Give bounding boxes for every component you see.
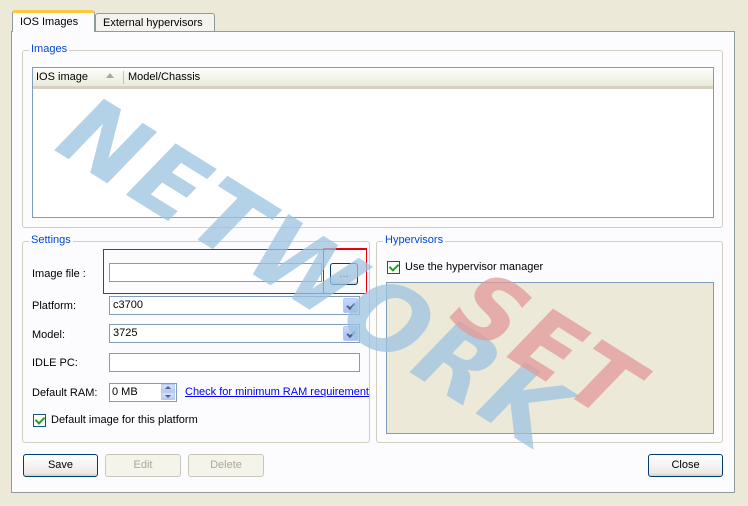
model-label: Model: [32, 329, 66, 341]
default-ram-value: 0 MB [112, 386, 138, 398]
spin-buttons[interactable] [161, 384, 175, 401]
image-file-label: Image file : [32, 268, 86, 280]
hypervisors-group-title: Hypervisors [383, 234, 446, 246]
idle-pc-label: IDLE PC: [32, 357, 78, 369]
chevron-down-icon[interactable] [343, 326, 358, 341]
save-button[interactable]: Save [23, 454, 98, 477]
column-header-model-chassis[interactable]: Model/Chassis [125, 68, 713, 86]
save-button-label: Save [47, 459, 74, 471]
model-select[interactable]: 3725 [109, 324, 360, 343]
column-header-label: IOS image [36, 71, 88, 83]
chevron-down-icon[interactable] [343, 298, 358, 313]
ram-requirement-link[interactable]: Check for minimum RAM requirement [185, 386, 369, 398]
platform-label: Platform: [32, 300, 77, 312]
hypervisors-list[interactable] [386, 282, 714, 434]
delete-button[interactable]: Delete [188, 454, 264, 477]
idle-pc-input[interactable] [109, 353, 360, 372]
edit-button[interactable]: Edit [105, 454, 181, 477]
use-hypervisor-manager-label: Use the hypervisor manager [405, 261, 544, 273]
sort-ascending-icon [106, 73, 114, 78]
default-image-checkbox[interactable] [33, 414, 46, 427]
edit-button-label: Edit [133, 459, 153, 471]
highlight-box-browse [323, 248, 367, 294]
model-value: 3725 [113, 327, 138, 339]
close-button[interactable]: Close [648, 454, 723, 477]
use-hypervisor-manager-checkbox[interactable] [387, 261, 400, 274]
images-list[interactable]: IOS image Model/Chassis [32, 67, 714, 218]
images-list-header: IOS image Model/Chassis [33, 68, 713, 89]
tab-ios-images[interactable]: IOS Images [12, 10, 95, 32]
default-ram-label: Default RAM: [32, 387, 98, 399]
column-separator[interactable] [123, 71, 124, 84]
default-ram-spinbox[interactable]: 0 MB [109, 383, 177, 402]
delete-button-label: Delete [210, 459, 242, 471]
default-image-label: Default image for this platform [51, 414, 198, 426]
spin-up-icon[interactable] [161, 384, 175, 392]
platform-value: c3700 [113, 299, 143, 311]
platform-select[interactable]: c3700 [109, 296, 360, 315]
images-group-title: Images [29, 43, 70, 55]
spin-down-icon[interactable] [161, 392, 175, 400]
settings-group-title: Settings [29, 234, 73, 246]
column-header-label: Model/Chassis [128, 71, 201, 83]
tab-external-hypervisors[interactable]: External hypervisors [95, 13, 215, 32]
close-button-label: Close [671, 459, 700, 471]
